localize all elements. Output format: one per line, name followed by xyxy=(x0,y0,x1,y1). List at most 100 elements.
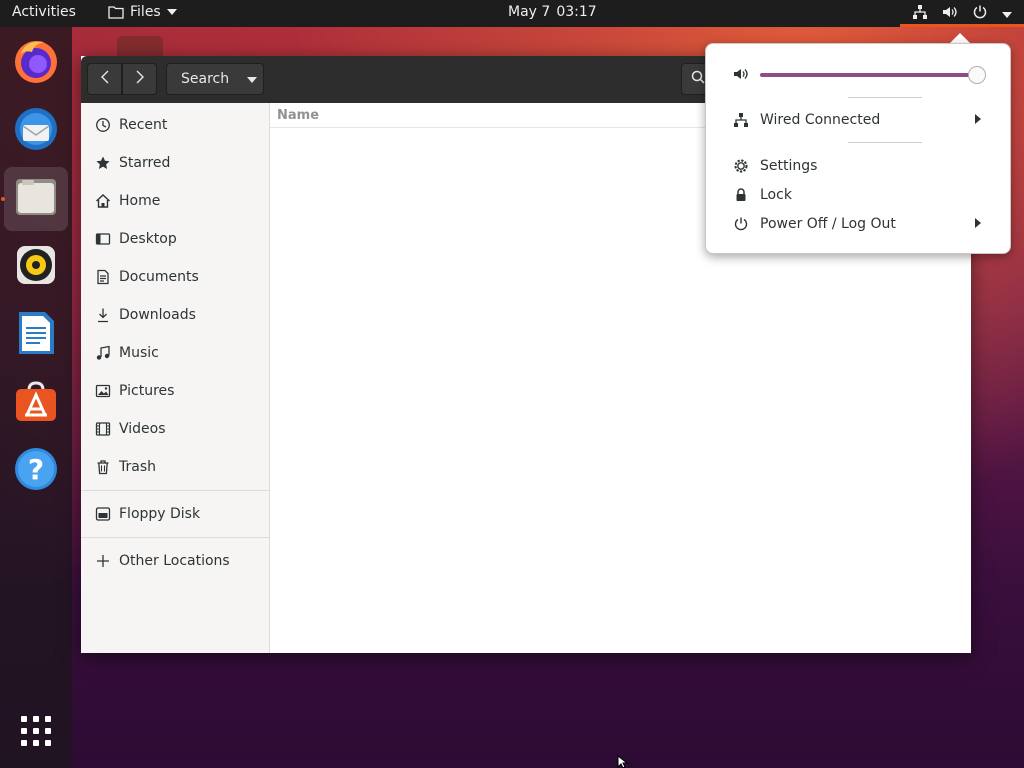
show-applications-button[interactable] xyxy=(4,701,68,765)
activities-button[interactable]: Activities xyxy=(12,4,76,20)
sidebar-item-label: Desktop xyxy=(119,231,177,247)
sidebar-item-label: Other Locations xyxy=(119,553,230,569)
mouse-pointer-icon xyxy=(617,754,629,768)
submenu-arrow-icon xyxy=(975,216,981,232)
dock-help[interactable]: ? xyxy=(4,439,68,503)
chevron-left-icon xyxy=(100,70,109,88)
sidebar-item-label: Home xyxy=(119,193,161,209)
volume-icon xyxy=(733,66,749,86)
clock-button[interactable]: May 7 03:17 xyxy=(508,4,597,20)
menu-item-settings[interactable]: Settings xyxy=(706,152,1012,180)
sidebar-item-label: Trash xyxy=(119,459,156,475)
software-icon xyxy=(13,378,59,428)
menu-item-label: Lock xyxy=(760,187,792,203)
submenu-arrow-icon xyxy=(975,112,981,128)
menu-item-lock[interactable]: Lock xyxy=(706,181,1012,209)
places-sidebar: Recent Starred Home Desktop Documents Do… xyxy=(81,103,270,653)
power-icon xyxy=(733,216,749,232)
power-icon xyxy=(972,4,988,24)
sidebar-item-label: Floppy Disk xyxy=(119,506,201,522)
home-icon xyxy=(95,193,111,209)
network-wired-icon xyxy=(912,4,928,24)
trash-icon xyxy=(95,459,111,475)
app-grid-icon xyxy=(20,715,52,751)
dock: ? xyxy=(0,27,72,768)
sidebar-item-trash[interactable]: Trash xyxy=(81,450,269,484)
clock-icon xyxy=(95,117,111,133)
sidebar-item-label: Recent xyxy=(119,117,168,133)
sidebar-item-documents[interactable]: Documents xyxy=(81,260,269,294)
dock-firefox[interactable] xyxy=(4,31,68,95)
sidebar-separator xyxy=(81,537,269,538)
dock-files[interactable] xyxy=(4,167,68,231)
sidebar-item-pictures[interactable]: Pictures xyxy=(81,374,269,408)
sidebar-item-label: Downloads xyxy=(119,307,196,323)
menu-item-label: Power Off / Log Out xyxy=(760,216,896,232)
desktop-icon xyxy=(95,231,111,247)
dock-rhythmbox[interactable] xyxy=(4,235,68,299)
menu-item-power-off[interactable]: Power Off / Log Out xyxy=(706,210,1012,238)
picture-icon xyxy=(95,383,111,399)
dock-writer[interactable] xyxy=(4,303,68,367)
sidebar-item-label: Pictures xyxy=(119,383,175,399)
volume-slider-track[interactable] xyxy=(760,73,977,77)
menu-separator xyxy=(848,142,922,143)
sidebar-item-floppy-disk[interactable]: Floppy Disk xyxy=(81,497,269,531)
sidebar-item-label: Videos xyxy=(119,421,166,437)
volume-slider-handle[interactable] xyxy=(968,66,986,84)
dock-thunderbird[interactable] xyxy=(4,99,68,163)
status-active-indicator xyxy=(900,24,1024,27)
clock-date: May 7 xyxy=(508,4,551,20)
menu-item-label: Settings xyxy=(760,158,818,174)
menu-item-wired-connected[interactable]: Wired Connected xyxy=(706,106,1012,134)
network-wired-icon xyxy=(733,112,749,128)
path-bar-button[interactable]: Search xyxy=(166,63,264,95)
rhythmbox-icon xyxy=(14,243,58,291)
firefox-icon xyxy=(12,37,60,89)
sidebar-item-other-locations[interactable]: Other Locations xyxy=(81,544,269,578)
chevron-down-icon xyxy=(166,9,177,15)
app-menu-button[interactable]: Files xyxy=(108,4,177,20)
sidebar-item-recent[interactable]: Recent xyxy=(81,108,269,142)
gear-icon xyxy=(733,158,749,174)
sidebar-item-downloads[interactable]: Downloads xyxy=(81,298,269,332)
app-menu-label: Files xyxy=(130,4,161,20)
column-header-name[interactable]: Name xyxy=(277,108,319,123)
chevron-right-icon xyxy=(136,70,144,88)
sidebar-item-label: Documents xyxy=(119,269,199,285)
video-icon xyxy=(95,421,111,437)
top-bar: Activities Files May 7 03:17 xyxy=(0,0,1024,27)
sidebar-item-starred[interactable]: Starred xyxy=(81,146,269,180)
sidebar-item-desktop[interactable]: Desktop xyxy=(81,222,269,256)
folder-icon xyxy=(108,5,124,19)
volume-icon xyxy=(942,4,958,24)
search-icon xyxy=(691,70,705,88)
system-status-button[interactable] xyxy=(912,0,1012,27)
sidebar-item-label: Music xyxy=(119,345,159,361)
download-icon xyxy=(95,307,111,323)
document-icon xyxy=(95,269,111,285)
writer-icon xyxy=(16,310,56,360)
clock-time: 03:17 xyxy=(556,4,597,20)
help-icon: ? xyxy=(13,446,59,496)
forward-button[interactable] xyxy=(122,63,157,95)
background-folder-window xyxy=(117,36,163,58)
lock-icon xyxy=(733,187,749,203)
chevron-down-icon xyxy=(1002,6,1012,22)
plus-icon xyxy=(95,553,111,569)
sidebar-item-label: Starred xyxy=(119,155,171,171)
menu-separator xyxy=(848,97,922,98)
running-indicator xyxy=(1,197,5,201)
menu-item-label: Wired Connected xyxy=(760,112,881,128)
thunderbird-icon xyxy=(12,105,60,157)
floppy-icon xyxy=(95,506,111,522)
music-icon xyxy=(95,345,111,361)
sidebar-item-home[interactable]: Home xyxy=(81,184,269,218)
sidebar-item-music[interactable]: Music xyxy=(81,336,269,370)
back-button[interactable] xyxy=(87,63,122,95)
sidebar-item-videos[interactable]: Videos xyxy=(81,412,269,446)
star-icon xyxy=(95,155,111,171)
files-icon xyxy=(14,175,58,223)
dock-software[interactable] xyxy=(4,371,68,435)
path-bar-label: Search xyxy=(181,71,230,87)
